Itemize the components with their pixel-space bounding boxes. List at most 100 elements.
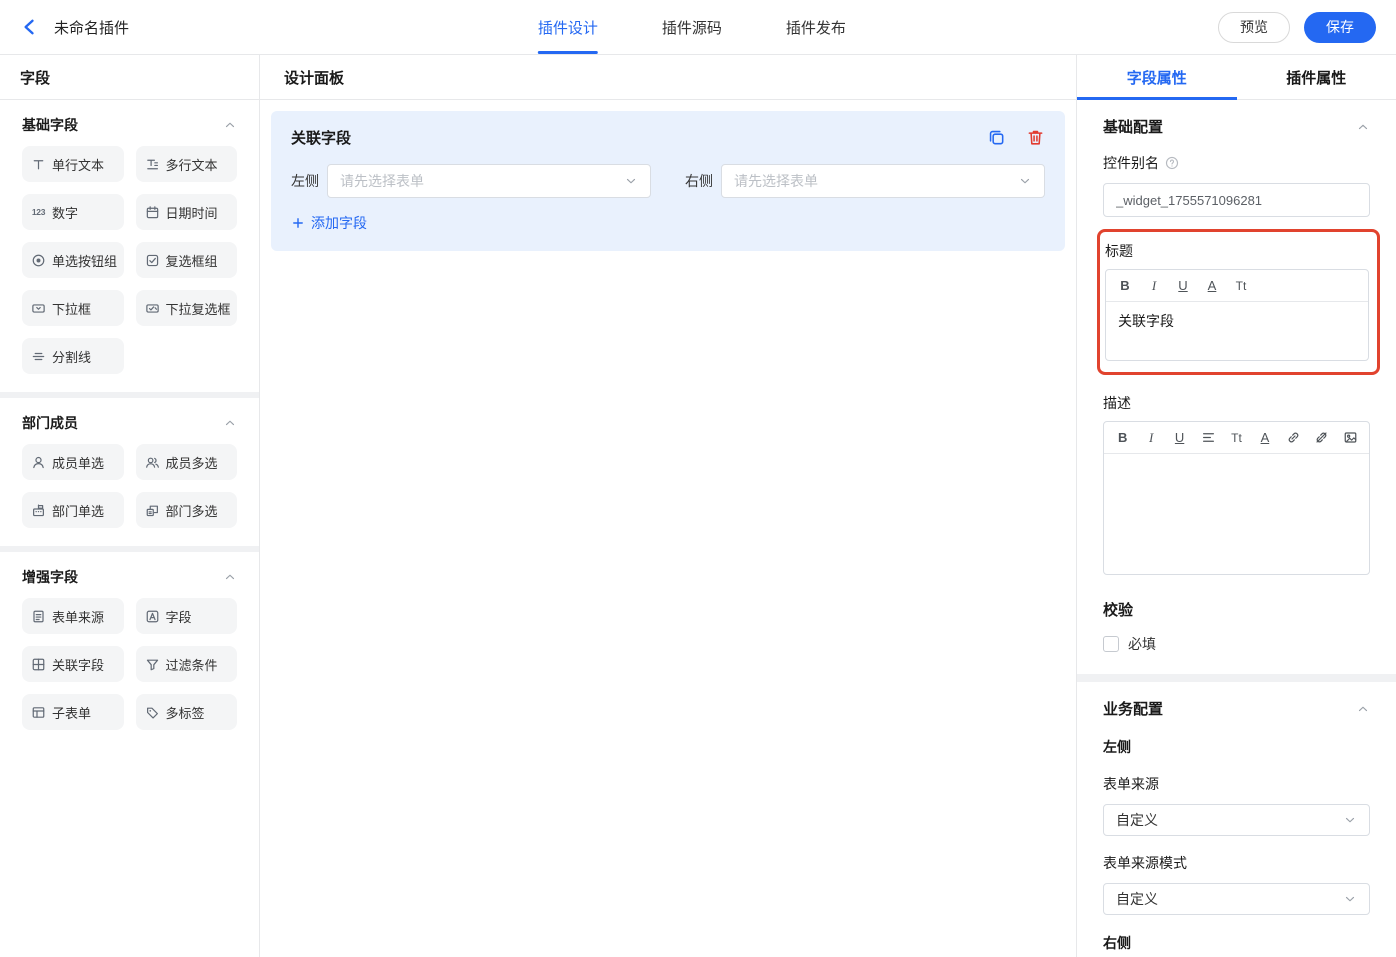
design-canvas: 设计面板 关联字段 左侧 请先选择表单 右侧 请先选择表单 添加字段 bbox=[260, 55, 1076, 957]
description-input[interactable] bbox=[1104, 454, 1369, 574]
field-item-member-multi[interactable]: 成员多选 bbox=[135, 444, 237, 480]
field-item-form-source[interactable]: 表单来源 bbox=[22, 598, 124, 634]
chevron-up-icon[interactable] bbox=[1356, 702, 1370, 716]
field-card-actions bbox=[987, 128, 1045, 147]
title-input[interactable]: 关联字段 bbox=[1106, 302, 1368, 360]
underline-icon[interactable]: U bbox=[1175, 278, 1191, 294]
field-item-filter-condition[interactable]: 过滤条件 bbox=[135, 646, 237, 682]
field-item-label: 子表单 bbox=[52, 705, 92, 721]
field-item-divider[interactable]: 分割线 bbox=[22, 338, 124, 374]
save-button[interactable]: 保存 bbox=[1304, 11, 1376, 43]
field-item-dropdown[interactable]: 下拉框 bbox=[22, 290, 124, 326]
checkbox-group-icon bbox=[144, 252, 161, 269]
bold-icon[interactable]: B bbox=[1117, 278, 1133, 294]
bold-icon[interactable]: B bbox=[1115, 430, 1130, 446]
tab-plugin-publish[interactable]: 插件发布 bbox=[786, 0, 846, 54]
main-columns: 字段 基础字段 单行文本 多行文本 123 数字 日期时间 单选按钮组 复选框组 下拉框 下拉复选… bbox=[0, 55, 1396, 957]
field-item-multi-tag[interactable]: 多标签 bbox=[135, 694, 237, 730]
alias-input[interactable] bbox=[1103, 183, 1370, 217]
field-icon bbox=[144, 608, 161, 625]
field-item-radio-button-group[interactable]: 单选按钮组 bbox=[22, 242, 124, 278]
right-form-select[interactable]: 请先选择表单 bbox=[721, 164, 1045, 198]
field-item-member-single[interactable]: 成员单选 bbox=[22, 444, 124, 480]
chevron-down-icon bbox=[1018, 174, 1032, 188]
field-item-checkbox-group[interactable]: 复选框组 bbox=[135, 242, 237, 278]
canvas-header: 设计面板 bbox=[260, 55, 1076, 100]
form-source-mode-value: 自定义 bbox=[1116, 891, 1158, 907]
left-side-heading: 左侧 bbox=[1103, 739, 1131, 755]
field-item-dept-multi[interactable]: 部门多选 bbox=[135, 492, 237, 528]
field-group-header[interactable]: 基础字段 bbox=[22, 113, 237, 146]
field-item-label: 多行文本 bbox=[165, 157, 218, 173]
field-item-subform[interactable]: 子表单 bbox=[22, 694, 124, 730]
section-divider bbox=[1077, 674, 1396, 682]
dept-single-icon bbox=[30, 502, 47, 519]
topbar-left: 未命名插件 bbox=[20, 17, 129, 38]
italic-icon[interactable]: I bbox=[1146, 278, 1162, 294]
fields-sidebar-header: 字段 bbox=[0, 55, 259, 100]
font-color-icon[interactable]: A bbox=[1257, 430, 1272, 446]
tab-plugin-properties[interactable]: 插件属性 bbox=[1237, 55, 1396, 99]
delete-icon[interactable] bbox=[1026, 128, 1045, 147]
annotation-highlight-box: 标题 B I U A Tt 关联字段 bbox=[1097, 229, 1380, 375]
align-icon[interactable] bbox=[1200, 430, 1215, 446]
member-single-icon bbox=[30, 454, 47, 471]
field-group-items: 表单来源 字段关联字段 过滤条件子表单 多标签 bbox=[22, 598, 237, 730]
radio-group-icon bbox=[30, 252, 47, 269]
title-toolbar: B I U A Tt bbox=[1106, 270, 1368, 302]
link-icon[interactable] bbox=[1286, 430, 1301, 446]
chevron-down-icon bbox=[1343, 813, 1357, 827]
field-item-label: 部门单选 bbox=[52, 503, 105, 519]
field-card-selects-row: 左侧 请先选择表单 右侧 请先选择表单 bbox=[291, 164, 1045, 198]
business-config-title: 业务配置 bbox=[1103, 701, 1164, 718]
business-config-section: 业务配置 左侧 表单来源 自定义 表单来源模式 自定义 右侧 bbox=[1077, 682, 1396, 957]
field-group-header[interactable]: 部门成员 bbox=[22, 411, 237, 444]
divider-icon bbox=[30, 348, 47, 365]
alias-label: 控件别名 bbox=[1103, 155, 1159, 171]
field-group-items: 单行文本 多行文本 123 数字 日期时间 单选按钮组 复选框组 下拉框 下拉复选框分割线 bbox=[22, 146, 237, 374]
tab-plugin-design[interactable]: 插件设计 bbox=[537, 0, 598, 54]
add-field-button[interactable]: 添加字段 bbox=[291, 213, 367, 233]
properties-panel: 字段属性插件属性 基础配置 控件别名 标题 BIUA bbox=[1076, 55, 1396, 957]
tab-field-properties[interactable]: 字段属性 bbox=[1077, 55, 1237, 100]
font-color-icon[interactable]: A bbox=[1204, 278, 1220, 294]
dept-multi-icon bbox=[144, 502, 161, 519]
form-source-select[interactable]: 自定义 bbox=[1103, 804, 1370, 836]
field-item-label: 关联字段 bbox=[52, 657, 105, 673]
left-form-select[interactable]: 请先选择表单 bbox=[327, 164, 651, 198]
field-item-multi-line-text[interactable]: 多行文本 bbox=[135, 146, 237, 182]
title-editor: B I U A Tt 关联字段 bbox=[1105, 269, 1369, 361]
field-item-dropdown-multi[interactable]: 下拉复选框 bbox=[135, 290, 237, 326]
chevron-down-icon bbox=[624, 174, 638, 188]
required-checkbox[interactable]: 必填 bbox=[1103, 634, 1370, 654]
preview-button[interactable]: 预览 bbox=[1218, 11, 1290, 43]
field-item-dept-single[interactable]: 部门单选 bbox=[22, 492, 124, 528]
chevron-up-icon[interactable] bbox=[1356, 120, 1370, 134]
field-item-single-line-text[interactable]: 单行文本 bbox=[22, 146, 124, 182]
field-item-number[interactable]: 123 数字 bbox=[22, 194, 124, 230]
field-group-header[interactable]: 增强字段 bbox=[22, 565, 237, 598]
field-item-label: 下拉复选框 bbox=[165, 301, 231, 317]
field-item-label: 成员单选 bbox=[52, 455, 105, 471]
canvas-body: 关联字段 左侧 请先选择表单 右侧 请先选择表单 添加字段 bbox=[260, 100, 1076, 957]
field-item-datetime[interactable]: 日期时间 bbox=[135, 194, 237, 230]
font-size-icon[interactable]: Tt bbox=[1233, 278, 1249, 294]
canvas-title: 设计面板 bbox=[284, 69, 345, 87]
font-size-icon[interactable]: Tt bbox=[1229, 430, 1244, 446]
italic-icon[interactable]: I bbox=[1143, 430, 1158, 446]
underline-icon[interactable]: U bbox=[1172, 430, 1187, 446]
tab-plugin-source[interactable]: 插件源码 bbox=[662, 0, 722, 54]
form-source-mode-select[interactable]: 自定义 bbox=[1103, 883, 1370, 915]
unlink-icon[interactable] bbox=[1314, 430, 1329, 446]
related-field-card[interactable]: 关联字段 左侧 请先选择表单 右侧 请先选择表单 添加字段 bbox=[271, 111, 1065, 251]
basic-config-header: 基础配置 bbox=[1103, 116, 1370, 137]
member-multi-icon bbox=[144, 454, 161, 471]
field-item-field[interactable]: 字段 bbox=[135, 598, 237, 634]
copy-icon[interactable] bbox=[987, 128, 1006, 147]
field-groups: 基础字段 单行文本 多行文本 123 数字 日期时间 单选按钮组 复选框组 下拉框 下拉复选框分割… bbox=[0, 100, 259, 957]
field-item-related-field[interactable]: 关联字段 bbox=[22, 646, 124, 682]
help-icon[interactable] bbox=[1165, 156, 1179, 170]
image-icon[interactable] bbox=[1343, 430, 1358, 446]
left-side-label: 左侧 bbox=[291, 173, 319, 189]
back-icon[interactable] bbox=[20, 17, 40, 37]
